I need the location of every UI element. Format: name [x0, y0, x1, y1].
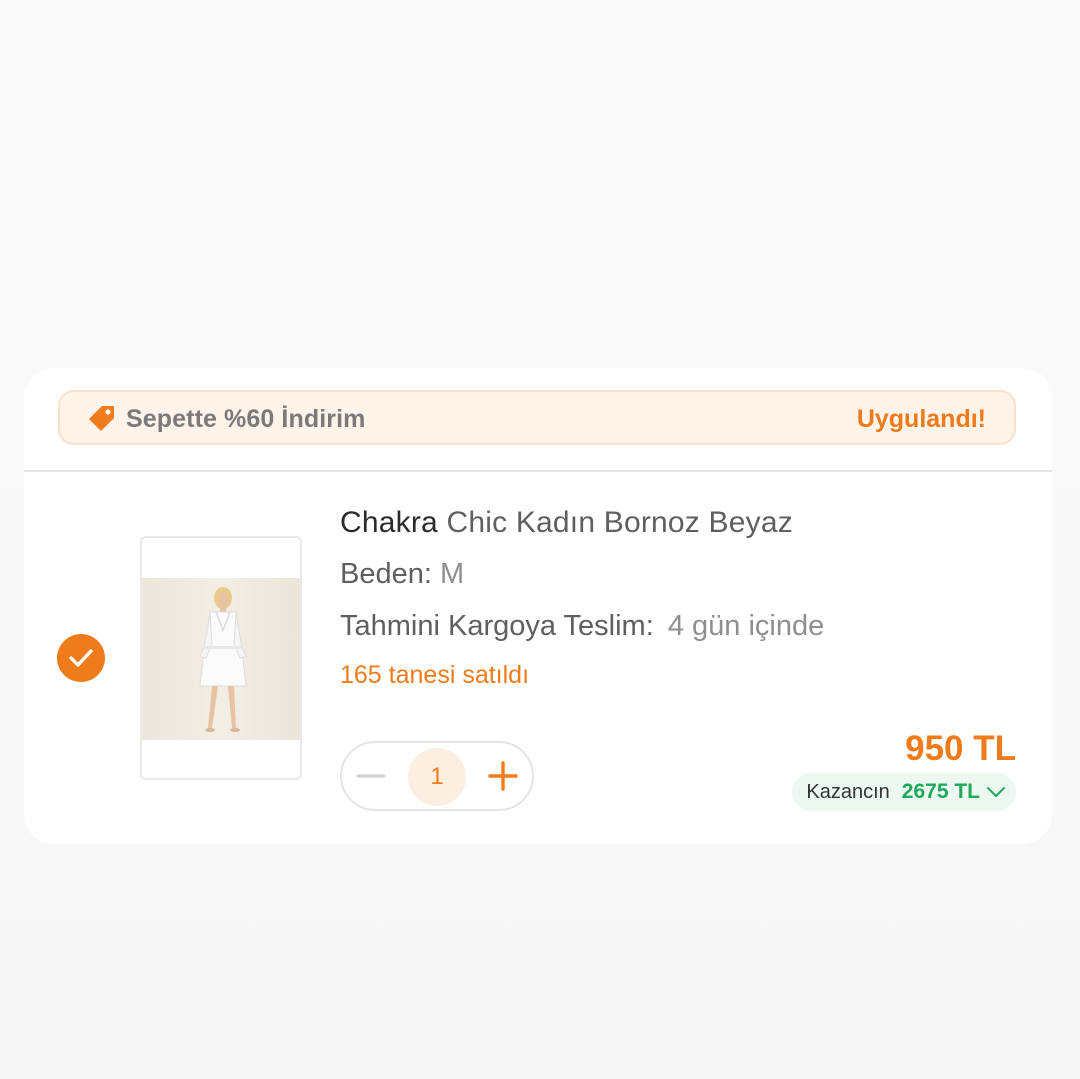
promo-banner[interactable]: Sepette %60 İndirim Uygulandı!: [58, 390, 1016, 445]
divider: [24, 470, 1052, 472]
tag-icon: [89, 406, 114, 431]
product-price: 950 TL: [905, 729, 1016, 768]
size-label: Beden:: [340, 558, 432, 590]
product-photo: [142, 578, 300, 740]
sold-count: 165 tanesi satıldı: [340, 661, 530, 689]
quantity-value[interactable]: 1: [408, 748, 466, 806]
size-info: Beden: M: [340, 558, 464, 591]
increase-quantity-button[interactable]: [488, 761, 518, 791]
delivery-value: 4 gün içinde: [667, 610, 825, 642]
quantity-stepper: 1: [340, 741, 534, 811]
cart-item-card: Sepette %60 İndirim Uygulandı! Chakra Ch…: [24, 368, 1052, 844]
decrease-quantity-button[interactable]: [356, 764, 386, 788]
savings-label: Kazancın: [806, 780, 890, 803]
promo-text: Sepette %60 İndirim: [126, 405, 366, 433]
checkmark-icon: [69, 649, 93, 667]
product-title[interactable]: Chakra Chic Kadın Bornoz Beyaz: [340, 506, 793, 540]
savings-amount: 2675 TL: [901, 780, 980, 803]
product-image[interactable]: [140, 536, 302, 780]
product-brand: Chakra: [340, 506, 438, 539]
size-value: M: [439, 558, 465, 590]
select-item-checkbox[interactable]: [57, 634, 105, 682]
product-name: Chic Kadın Bornoz Beyaz: [446, 506, 793, 539]
delivery-info: Tahmini Kargoya Teslim: 4 gün içinde: [340, 610, 824, 643]
chevron-down-icon: [987, 787, 1005, 797]
delivery-label: Tahmini Kargoya Teslim:: [340, 610, 654, 642]
savings-badge[interactable]: Kazancın 2675 TL: [792, 773, 1016, 811]
promo-status: Uygulandı!: [856, 405, 986, 433]
